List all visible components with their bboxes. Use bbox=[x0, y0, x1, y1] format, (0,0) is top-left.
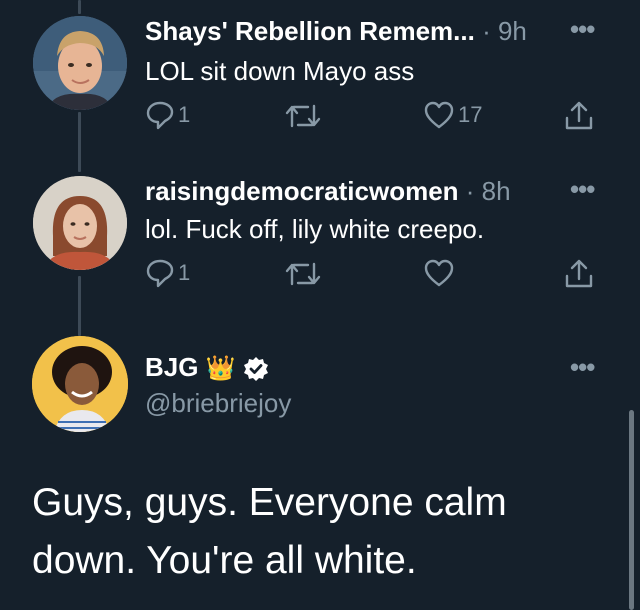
reply-icon bbox=[146, 259, 174, 288]
share-button[interactable] bbox=[563, 100, 595, 132]
author-name[interactable]: BJG bbox=[145, 352, 198, 382]
avatar-bjg-icon bbox=[32, 336, 128, 432]
heart-icon bbox=[424, 259, 454, 287]
reply-button[interactable]: 1 bbox=[146, 258, 190, 288]
like-count: 17 bbox=[458, 102, 483, 127]
share-button[interactable] bbox=[563, 258, 595, 290]
like-button[interactable]: 17 bbox=[424, 101, 482, 129]
share-icon bbox=[565, 259, 593, 288]
more-options-icon[interactable]: ••• bbox=[570, 14, 595, 45]
more-options-icon[interactable]: ••• bbox=[570, 174, 595, 205]
main-tweet-text: Guys, guys. Everyone calm down. You're a… bbox=[32, 481, 507, 582]
reply-icon bbox=[146, 101, 174, 130]
share-icon bbox=[565, 101, 593, 130]
reply-button[interactable]: 1 bbox=[146, 100, 190, 130]
author-name[interactable]: raisingdemocraticwomen bbox=[145, 176, 459, 206]
avatar-man-icon bbox=[33, 16, 127, 110]
tweet-header: BJG 👑 bbox=[145, 352, 269, 383]
tweet-text: lol. Fuck off, lily white creepo. bbox=[145, 214, 485, 244]
retweet-button[interactable] bbox=[285, 103, 325, 129]
reply-count: 1 bbox=[178, 102, 191, 127]
crown-emoji: 👑 bbox=[205, 355, 236, 382]
retweet-icon bbox=[285, 262, 321, 286]
retweet-button[interactable] bbox=[285, 261, 325, 287]
reply-count: 1 bbox=[178, 260, 191, 285]
author-handle[interactable]: @briebriejoy bbox=[145, 388, 291, 419]
avatar[interactable] bbox=[33, 16, 127, 110]
verified-badge-icon bbox=[243, 357, 268, 382]
thread-line-2 bbox=[78, 276, 81, 336]
like-button[interactable] bbox=[424, 259, 458, 287]
tweet-text: LOL sit down Mayo ass bbox=[145, 56, 415, 86]
more-options-icon[interactable]: ••• bbox=[570, 352, 595, 383]
heart-icon bbox=[424, 101, 454, 129]
avatar-woman-icon bbox=[33, 176, 127, 270]
thread-line-top bbox=[78, 0, 81, 14]
timestamp[interactable]: · 8h bbox=[466, 176, 511, 206]
thread-line-1 bbox=[78, 112, 81, 172]
scrollbar[interactable] bbox=[629, 410, 634, 610]
retweet-icon bbox=[285, 104, 321, 128]
avatar[interactable] bbox=[33, 176, 127, 270]
author-name[interactable]: Shays' Rebellion Remem... bbox=[145, 16, 475, 46]
tweet-header: raisingdemocraticwomen · 8h bbox=[145, 176, 511, 207]
timestamp[interactable]: · 9h bbox=[482, 16, 527, 46]
avatar[interactable] bbox=[32, 336, 128, 432]
tweet-header: Shays' Rebellion Remem... · 9h bbox=[145, 16, 527, 47]
